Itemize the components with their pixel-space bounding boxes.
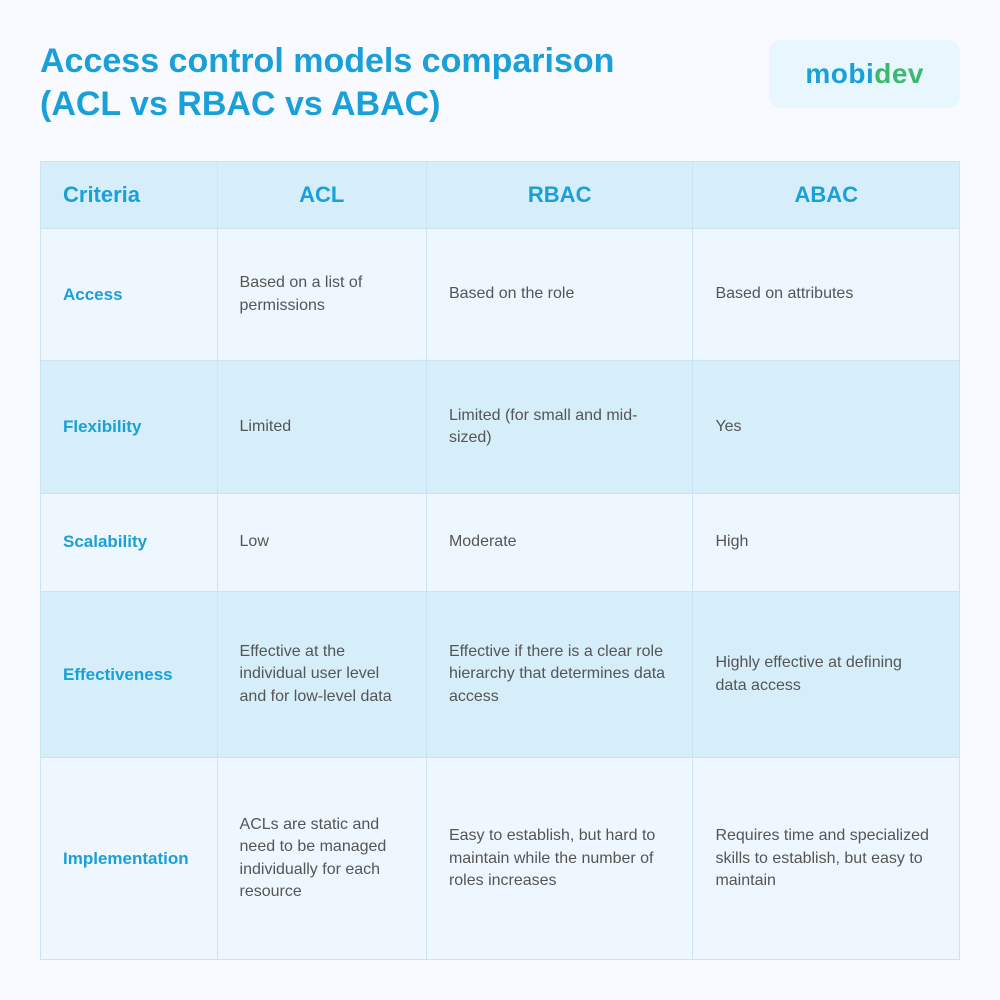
rbac-cell-1: Limited (for small and mid-sized)	[426, 361, 693, 493]
table-row: FlexibilityLimitedLimited (for small and…	[41, 361, 960, 493]
logo: mobidev	[805, 58, 924, 90]
table-row: ScalabilityLowModerateHigh	[41, 493, 960, 591]
abac-cell-2: High	[693, 493, 960, 591]
col-header-criteria: Criteria	[41, 162, 218, 229]
criteria-cell-1: Flexibility	[41, 361, 218, 493]
header-row: Criteria ACL RBAC ABAC	[41, 162, 960, 229]
abac-cell-4: Requires time and specialized skills to …	[693, 758, 960, 960]
acl-cell-0: Based on a list of permissions	[217, 229, 426, 361]
rbac-cell-3: Effective if there is a clear role hiera…	[426, 591, 693, 758]
table-header: Criteria ACL RBAC ABAC	[41, 162, 960, 229]
acl-cell-1: Limited	[217, 361, 426, 493]
page-wrapper: Access control models comparison (ACL vs…	[0, 0, 1000, 1000]
rbac-cell-2: Moderate	[426, 493, 693, 591]
logo-box: mobidev	[769, 40, 960, 108]
rbac-cell-4: Easy to establish, but hard to maintain …	[426, 758, 693, 960]
criteria-cell-2: Scalability	[41, 493, 218, 591]
acl-cell-4: ACLs are static and need to be managed i…	[217, 758, 426, 960]
table-row: EffectivenessEffective at the individual…	[41, 591, 960, 758]
rbac-cell-0: Based on the role	[426, 229, 693, 361]
page-title: Access control models comparison (ACL vs…	[40, 40, 660, 125]
table-row: ImplementationACLs are static and need t…	[41, 758, 960, 960]
criteria-cell-0: Access	[41, 229, 218, 361]
criteria-cell-3: Effectiveness	[41, 591, 218, 758]
logo-dev: dev	[874, 58, 924, 89]
col-header-abac: ABAC	[693, 162, 960, 229]
abac-cell-3: Highly effective at defining data access	[693, 591, 960, 758]
col-header-acl: ACL	[217, 162, 426, 229]
comparison-table: Criteria ACL RBAC ABAC AccessBased on a …	[40, 161, 960, 960]
acl-cell-3: Effective at the individual user level a…	[217, 591, 426, 758]
acl-cell-2: Low	[217, 493, 426, 591]
abac-cell-1: Yes	[693, 361, 960, 493]
logo-mobi: mobi	[805, 58, 874, 89]
col-header-rbac: RBAC	[426, 162, 693, 229]
table-row: AccessBased on a list of permissionsBase…	[41, 229, 960, 361]
criteria-cell-4: Implementation	[41, 758, 218, 960]
header: Access control models comparison (ACL vs…	[40, 40, 960, 125]
abac-cell-0: Based on attributes	[693, 229, 960, 361]
table-body: AccessBased on a list of permissionsBase…	[41, 229, 960, 960]
